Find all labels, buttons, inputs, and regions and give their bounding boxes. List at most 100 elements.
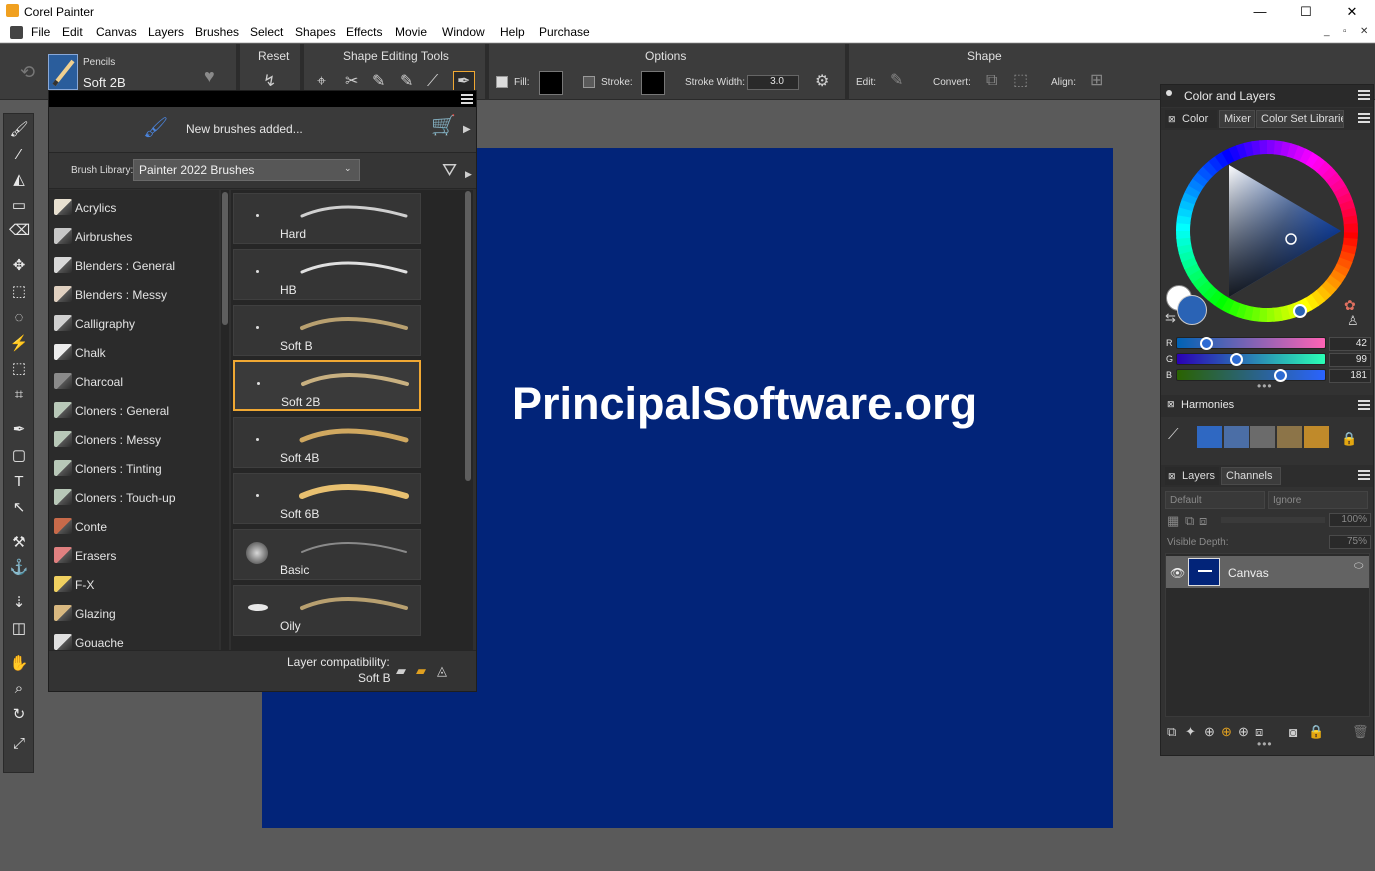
shape-selection-icon[interactable]: ⌖ [317, 74, 326, 90]
convert-to-selection-icon[interactable]: ⬚ [1013, 73, 1028, 89]
paint-bucket-icon[interactable]: ◭ [9, 170, 29, 190]
red-slider-knob[interactable] [1200, 337, 1213, 350]
brush-library-dropdown[interactable]: Painter 2022 Brushes ⌄ [133, 159, 360, 181]
convert-to-layer-icon[interactable]: ⧉ [986, 73, 997, 89]
opacity-field[interactable]: 100% [1329, 513, 1371, 527]
brush-variant-item-selected[interactable]: Soft 2B [233, 360, 421, 411]
text-tool-icon[interactable]: T [9, 472, 29, 492]
shape-attributes-icon[interactable]: ⚙ [815, 74, 829, 90]
maximize-button[interactable]: ☐ [1283, 0, 1329, 23]
eye-icon[interactable]: 👁 [1170, 565, 1185, 581]
lock-layer-icon[interactable]: ⧉ [1185, 513, 1194, 529]
rotate-page-icon[interactable]: ↻ [9, 705, 29, 725]
menu-edit[interactable]: Edit [62, 25, 83, 39]
brush-category-item[interactable]: Chalk [51, 338, 217, 367]
harmony-rule-icon[interactable]: ⟋ [1168, 427, 1179, 443]
perspective-icon[interactable]: ◫ [9, 619, 29, 639]
green-slider[interactable] [1176, 353, 1326, 366]
brush-category-item[interactable]: Conte [51, 512, 217, 541]
selection-adjuster-icon[interactable]: ⬚ [9, 359, 29, 379]
menu-movie[interactable]: Movie [395, 25, 427, 39]
brush-selector-button[interactable] [48, 54, 78, 90]
pen-tool-icon[interactable]: ✒ [9, 420, 29, 440]
rubber-stamp-icon[interactable]: ⚓ [9, 558, 29, 578]
brush-category-item[interactable]: Airbrushes [51, 222, 217, 251]
reset-tool-icon[interactable]: ↯ [263, 74, 276, 90]
brush-category-item[interactable]: Calligraphy [51, 309, 217, 338]
grabber-hand-icon[interactable]: ✋ [9, 654, 29, 674]
minimize-button[interactable]: — [1237, 0, 1283, 23]
menu-canvas[interactable]: Canvas [96, 25, 137, 39]
harmony-swatch[interactable] [1277, 426, 1302, 448]
document-menu-icon[interactable] [10, 26, 23, 39]
close-button[interactable]: ✕ [1329, 0, 1375, 23]
shopping-cart-icon[interactable]: 🛒 [431, 116, 456, 136]
mirror-tool-icon[interactable]: ⇣ [9, 593, 29, 613]
harmony-swatch[interactable] [1224, 426, 1249, 448]
remove-point-icon[interactable]: ✎ [400, 74, 413, 90]
transparency-grid-icon[interactable]: ▦ [1167, 513, 1179, 529]
close-icon[interactable]: ⊠ [1168, 471, 1176, 482]
blue-value-field[interactable]: 181 [1329, 369, 1371, 383]
brush-variant-item[interactable]: Basic [233, 529, 421, 580]
brush-variant-item[interactable]: Soft B [233, 305, 421, 356]
brush-category-item[interactable]: Cloners : Touch-up [51, 483, 217, 512]
cart-arrow-icon[interactable]: ▶ [463, 122, 471, 138]
green-value-field[interactable]: 99 [1329, 353, 1371, 367]
stroke-width-field[interactable]: 3.0 [747, 75, 799, 90]
eraser-tool-icon[interactable]: ⌫ [9, 221, 30, 241]
red-slider[interactable] [1176, 337, 1326, 350]
menu-window[interactable]: Window [442, 25, 485, 39]
heart-icon[interactable]: ♥ [204, 67, 215, 85]
red-value-field[interactable]: 42 [1329, 337, 1371, 351]
blue-slider[interactable] [1176, 369, 1326, 382]
mdi-close-button[interactable]: ✕ [1360, 26, 1368, 37]
shape-selection-icon[interactable]: ↖ [9, 498, 29, 518]
stroke-checkbox[interactable] [583, 76, 595, 88]
clone-color-icon[interactable]: ♙ [1347, 313, 1359, 329]
new-layer-icon[interactable]: ⊕ [1204, 724, 1215, 740]
brush-variant-item[interactable]: Soft 4B [233, 417, 421, 468]
brush-history-icon[interactable]: ⟲ [20, 63, 35, 81]
visible-depth-field[interactable]: 75% [1329, 535, 1371, 549]
brush-category-item[interactable]: Glazing [51, 599, 217, 628]
fill-color-swatch[interactable] [539, 71, 563, 95]
pick-up-underlying-icon[interactable]: ⧈ [1199, 513, 1207, 529]
brush-category-item[interactable]: Blenders : General [51, 251, 217, 280]
menu-purchase[interactable]: Purchase [539, 25, 590, 39]
brush-category-item[interactable]: Gouache [51, 628, 217, 650]
color-variability-icon[interactable]: ✿ [1344, 297, 1356, 313]
panel-resize-grip[interactable]: ••• [1257, 379, 1273, 393]
layer-mask-icon[interactable]: ◙ [1289, 724, 1297, 740]
magnifier-icon[interactable]: ⌕ [9, 679, 29, 699]
menu-brushes[interactable]: Brushes [195, 25, 239, 39]
tab-mixer[interactable]: Mixer [1219, 110, 1255, 128]
magic-wand-icon[interactable]: ⚡ [9, 334, 29, 354]
tab-color-set-libraries[interactable]: Color Set Librarie [1256, 110, 1344, 128]
rectangular-selection-icon[interactable]: ⬚ [9, 282, 29, 302]
crop-tool-icon[interactable]: ⌗ [9, 385, 29, 405]
convert-point-icon[interactable]: ⟋ [427, 74, 438, 90]
scissors-icon[interactable]: ✂ [345, 74, 358, 90]
align-icon[interactable]: ⊞ [1090, 73, 1103, 89]
harmony-swatch[interactable] [1197, 426, 1222, 448]
variant-scroll-thumb[interactable] [465, 191, 471, 481]
hue-picker-knob[interactable] [1293, 304, 1307, 318]
color-panel-menu-icon[interactable] [1358, 113, 1370, 123]
brush-category-item[interactable]: Cloners : Tinting [51, 454, 217, 483]
panel-resize-grip[interactable]: ••• [1257, 737, 1273, 751]
brush-category-item[interactable]: Erasers [51, 541, 217, 570]
lock-harmony-icon[interactable]: 🔒 [1341, 431, 1357, 447]
rectangle-shape-icon[interactable]: ▢ [9, 446, 29, 466]
brush-variant-item[interactable]: Hard [233, 193, 421, 244]
tab-channels[interactable]: Channels [1221, 467, 1281, 485]
new-liquid-ink-layer-icon[interactable]: ⊕ [1238, 724, 1249, 740]
mdi-minimize-button[interactable]: _ [1324, 26, 1330, 37]
reset-button[interactable]: Reset [258, 49, 289, 63]
menu-shapes[interactable]: Shapes [295, 25, 336, 39]
add-point-icon[interactable]: ✎ [372, 74, 385, 90]
layer-adjuster-icon[interactable]: ✥ [9, 256, 29, 276]
brush-variant-item[interactable]: Oily [233, 585, 421, 636]
layer-commands-icon[interactable]: ⧉ [1167, 724, 1176, 740]
lasso-tool-icon[interactable]: ◌ [9, 308, 29, 328]
